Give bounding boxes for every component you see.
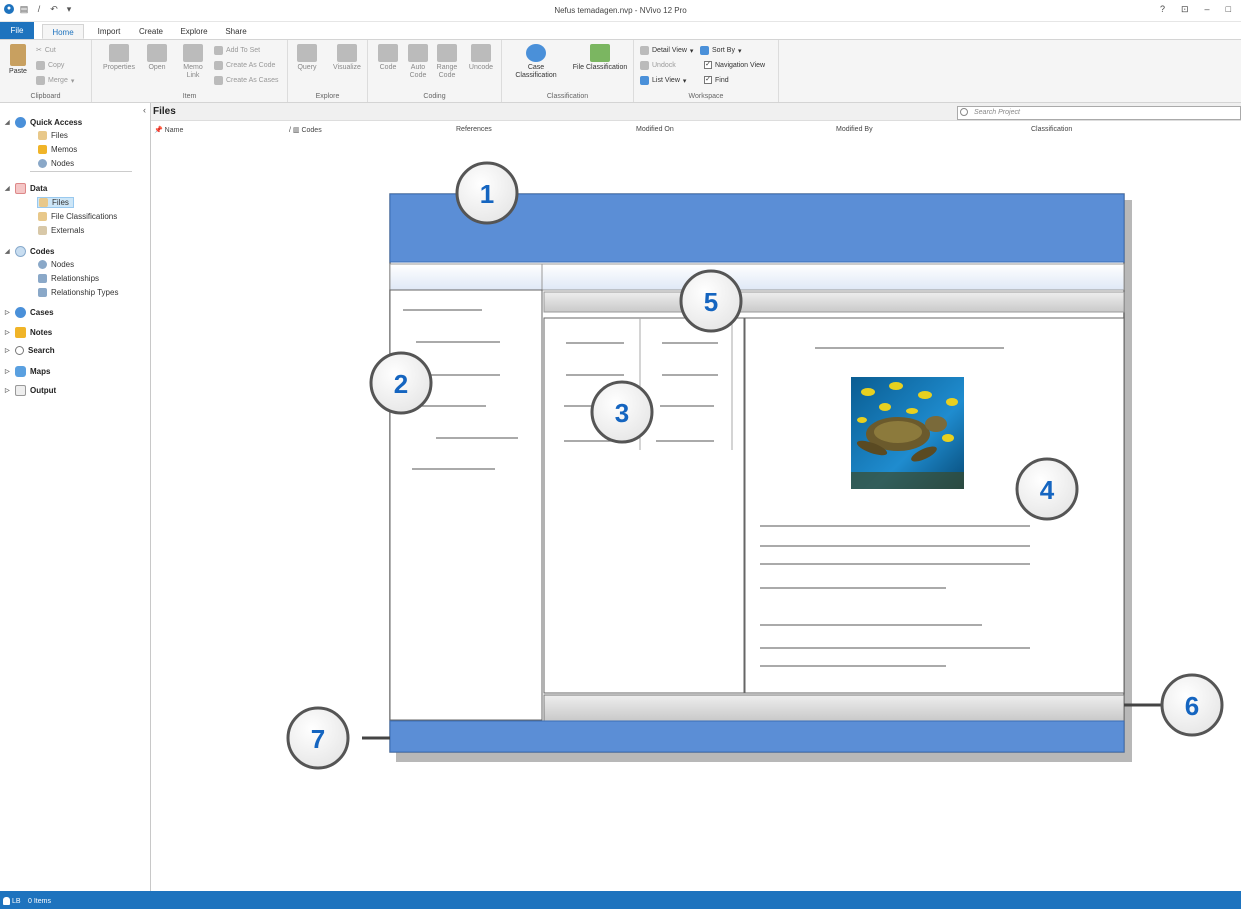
diagram-nav-header [389, 263, 543, 291]
diagram-list-view [543, 317, 745, 694]
callout-3: 3 [590, 380, 654, 444]
callout-6: 6 [1160, 673, 1224, 737]
callout-number: 7 [311, 724, 325, 754]
nvivo-window: ● ▤ / ↶ ▾ Nefus temadagen.nvp - NVivo 12… [0, 0, 1241, 909]
status-bar: LB 0 Items [0, 891, 1241, 909]
status-user: LB [12, 898, 21, 905]
status-item-count: 0 Items [28, 898, 51, 905]
callout-number: 4 [1040, 475, 1055, 505]
callout-number: 3 [615, 398, 629, 428]
diagram-status-bar [389, 720, 1125, 753]
diagram-detail-bar [543, 694, 1125, 722]
callout-2: 2 [369, 351, 433, 415]
callout-number: 1 [480, 179, 494, 209]
callout-number: 5 [704, 287, 718, 317]
user-icon [3, 897, 10, 905]
workspace-overview-diagram: 1 2 3 4 5 6 7 [286, 161, 1224, 770]
callout-4: 4 [1015, 457, 1079, 521]
diagram-list-header [541, 263, 1125, 291]
callout-number: 2 [394, 369, 408, 399]
callout-1: 1 [455, 161, 519, 225]
turtle-photo [851, 377, 964, 489]
diagram-find-bar [543, 291, 1125, 313]
callout-7: 7 [286, 706, 350, 770]
callout-number: 6 [1185, 691, 1199, 721]
callout-5: 5 [679, 269, 743, 333]
